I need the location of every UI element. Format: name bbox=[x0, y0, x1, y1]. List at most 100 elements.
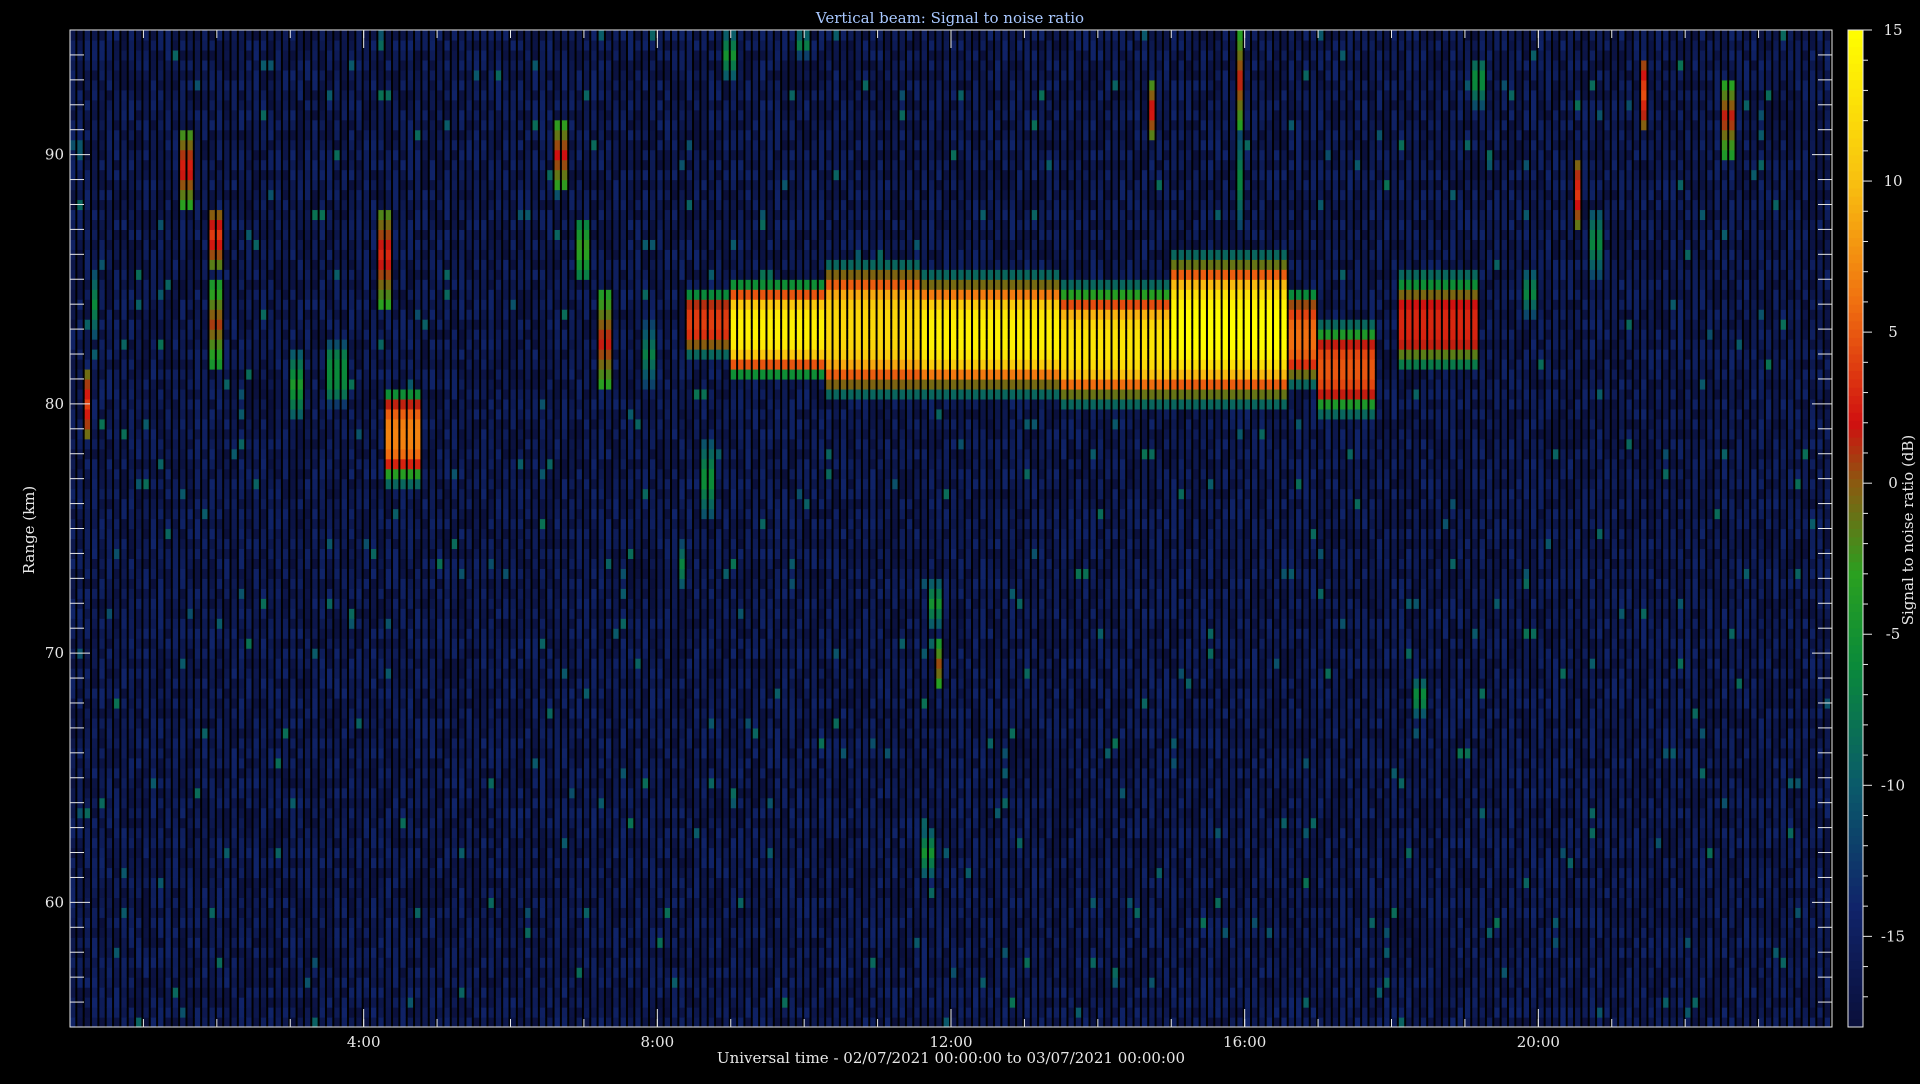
heatmap-cell bbox=[422, 408, 428, 420]
heatmap-cell bbox=[378, 109, 384, 121]
heatmap-cell bbox=[304, 329, 311, 340]
heatmap-cell bbox=[304, 528, 311, 540]
heatmap-cell bbox=[334, 209, 340, 221]
heatmap-cell bbox=[106, 249, 113, 260]
heatmap-cell bbox=[194, 518, 201, 530]
heatmap-cell bbox=[216, 239, 223, 250]
heatmap-cell bbox=[341, 468, 347, 480]
heatmap-cell bbox=[92, 897, 98, 908]
heatmap-cell bbox=[158, 189, 164, 201]
heatmap-cell bbox=[238, 149, 245, 161]
heatmap-cell bbox=[224, 757, 230, 769]
heatmap-cell bbox=[385, 877, 392, 889]
heatmap-cell bbox=[304, 1017, 311, 1028]
heatmap-cell bbox=[326, 388, 333, 400]
heatmap-cell bbox=[143, 349, 149, 360]
heatmap-cell bbox=[121, 498, 127, 510]
heatmap-cell bbox=[216, 618, 223, 629]
heatmap-cell bbox=[202, 209, 208, 221]
heatmap-cell bbox=[216, 997, 223, 1008]
heatmap-cell bbox=[202, 937, 208, 948]
heatmap-cell bbox=[304, 119, 311, 131]
heatmap-cell bbox=[326, 618, 333, 629]
heatmap-cell bbox=[429, 558, 436, 569]
heatmap-cell bbox=[187, 368, 193, 380]
heatmap-cell bbox=[238, 398, 245, 410]
heatmap-cell bbox=[158, 119, 164, 131]
heatmap-cell bbox=[304, 757, 311, 769]
heatmap-cell bbox=[187, 418, 193, 430]
heatmap-cell bbox=[165, 548, 171, 560]
heatmap-cell bbox=[106, 837, 113, 849]
heatmap-cell bbox=[172, 1017, 179, 1028]
heatmap-cell bbox=[114, 1017, 120, 1028]
heatmap-cell bbox=[356, 69, 362, 81]
heatmap-cell bbox=[319, 648, 325, 659]
heatmap-cell bbox=[334, 229, 340, 240]
heatmap-cell bbox=[422, 668, 428, 679]
heatmap-cell bbox=[172, 438, 179, 450]
heatmap-cell bbox=[106, 887, 113, 898]
heatmap-cell bbox=[231, 498, 237, 510]
heatmap-cell bbox=[180, 319, 186, 330]
heatmap-cell bbox=[77, 69, 83, 81]
heatmap-cell bbox=[363, 777, 370, 789]
heatmap-cell bbox=[385, 39, 392, 51]
heatmap-cell bbox=[304, 398, 311, 410]
heatmap-cell bbox=[415, 329, 421, 340]
heatmap-cell bbox=[121, 378, 127, 390]
heatmap-cell bbox=[143, 189, 149, 201]
heatmap-cell bbox=[268, 678, 274, 689]
heatmap-cell bbox=[128, 997, 135, 1008]
heatmap-cell bbox=[371, 717, 377, 729]
heatmap-cell bbox=[348, 867, 355, 879]
heatmap-cell bbox=[77, 967, 83, 978]
heatmap-cell bbox=[348, 747, 355, 759]
heatmap-cell bbox=[136, 408, 142, 420]
heatmap-cell bbox=[209, 498, 215, 510]
heatmap-cell bbox=[158, 897, 164, 908]
heatmap-cell bbox=[158, 538, 164, 550]
heatmap-cell bbox=[128, 458, 135, 470]
heatmap-cell bbox=[158, 388, 164, 400]
heatmap-cell bbox=[77, 837, 83, 849]
heatmap-cell bbox=[371, 678, 377, 689]
heatmap-cell bbox=[275, 368, 281, 380]
heatmap-cell bbox=[77, 468, 83, 480]
heatmap-cell bbox=[172, 239, 179, 250]
heatmap-cell bbox=[275, 528, 281, 540]
heatmap-cell bbox=[216, 817, 223, 829]
heatmap-cell bbox=[150, 907, 157, 918]
heatmap-cell bbox=[385, 139, 392, 151]
heatmap-cell bbox=[209, 518, 215, 530]
heatmap-cell bbox=[253, 249, 259, 260]
heatmap-cell bbox=[70, 727, 76, 739]
heatmap-cell bbox=[128, 697, 135, 709]
heatmap-cell bbox=[187, 388, 193, 400]
heatmap-cell bbox=[238, 897, 245, 908]
heatmap-cell bbox=[341, 458, 347, 470]
heatmap-cell bbox=[150, 478, 157, 490]
heatmap-cell bbox=[209, 538, 215, 550]
heatmap-cell bbox=[275, 628, 281, 639]
heatmap-cell bbox=[231, 528, 237, 540]
heatmap-cell bbox=[92, 259, 98, 270]
heatmap-cell bbox=[407, 179, 414, 191]
heatmap-cell bbox=[84, 299, 91, 310]
heatmap-cell bbox=[246, 697, 252, 709]
heatmap-cell bbox=[106, 289, 113, 300]
heatmap-cell bbox=[378, 259, 384, 270]
heatmap-cell bbox=[348, 30, 355, 41]
heatmap-cell bbox=[224, 678, 230, 689]
heatmap-cell bbox=[216, 837, 223, 849]
heatmap-cell bbox=[77, 678, 83, 689]
heatmap-cell bbox=[143, 658, 149, 669]
heatmap-cell bbox=[187, 378, 193, 390]
heatmap-cell bbox=[312, 359, 318, 370]
heatmap-cell bbox=[150, 678, 157, 689]
heatmap-cell bbox=[121, 508, 127, 520]
heatmap-cell bbox=[143, 967, 149, 978]
heatmap-cell bbox=[260, 618, 267, 629]
heatmap-cell bbox=[319, 608, 325, 619]
heatmap-cell bbox=[312, 957, 318, 968]
